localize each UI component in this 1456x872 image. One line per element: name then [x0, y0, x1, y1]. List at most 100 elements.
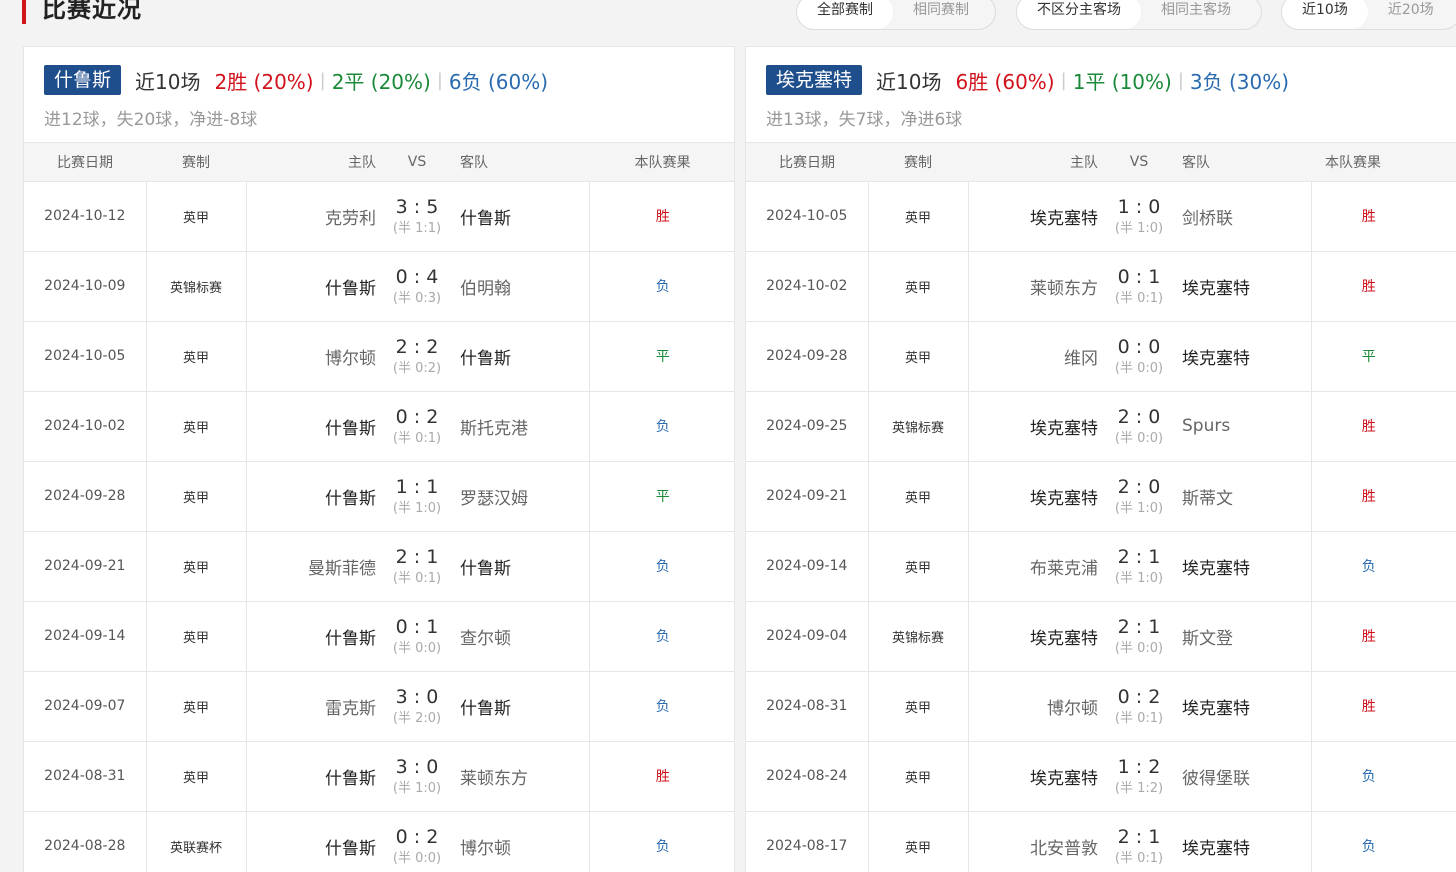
- away-team[interactable]: 埃克塞特: [1170, 251, 1312, 321]
- home-team[interactable]: 埃克塞特: [968, 461, 1108, 531]
- home-team[interactable]: 博尔顿: [968, 671, 1108, 741]
- match-score-cell[interactable]: 2 : 1 (半 1:0): [1108, 531, 1170, 601]
- away-team[interactable]: 埃克塞特: [1170, 531, 1312, 601]
- match-score-cell[interactable]: 3 : 0 (半 1:0): [386, 741, 448, 811]
- filter-last-10[interactable]: 近10场: [1282, 0, 1368, 29]
- match-score-cell[interactable]: 2 : 1 (半 0:0): [1108, 601, 1170, 671]
- away-team[interactable]: 斯文登: [1170, 601, 1312, 671]
- away-team[interactable]: 什鲁斯: [448, 671, 590, 741]
- team-tag[interactable]: 什鲁斯: [44, 65, 122, 95]
- away-team[interactable]: 彼得堡联: [1170, 741, 1312, 811]
- match-score-cell[interactable]: 2 : 2 (半 0:2): [386, 321, 448, 391]
- match-row[interactable]: 2024-09-14 英甲 布莱克浦 2 : 1 (半 1:0) 埃克塞特 负: [746, 531, 1456, 601]
- match-score-cell[interactable]: 0 : 2 (半 0:1): [1108, 671, 1170, 741]
- match-competition[interactable]: 英甲: [145, 671, 247, 741]
- home-team[interactable]: 什鲁斯: [246, 741, 386, 811]
- match-row[interactable]: 2024-08-28 英联赛杯 什鲁斯 0 : 2 (半 0:0) 博尔顿 负: [24, 811, 734, 872]
- home-team[interactable]: 埃克塞特: [968, 391, 1108, 461]
- away-team[interactable]: 什鲁斯: [448, 321, 590, 391]
- match-row[interactable]: 2024-09-21 英甲 曼斯菲德 2 : 1 (半 0:1) 什鲁斯 负: [24, 531, 734, 601]
- match-competition[interactable]: 英甲: [867, 811, 969, 872]
- home-team[interactable]: 埃克塞特: [968, 181, 1108, 251]
- match-competition[interactable]: 英锦标赛: [867, 601, 969, 671]
- match-row[interactable]: 2024-08-31 英甲 博尔顿 0 : 2 (半 0:1) 埃克塞特 胜: [746, 671, 1456, 741]
- away-team[interactable]: 埃克塞特: [1170, 671, 1312, 741]
- match-score-cell[interactable]: 0 : 0 (半 0:0): [1108, 321, 1170, 391]
- match-score-cell[interactable]: 1 : 2 (半 1:2): [1108, 741, 1170, 811]
- home-team[interactable]: 埃克塞特: [968, 601, 1108, 671]
- match-score-cell[interactable]: 0 : 1 (半 0:0): [386, 601, 448, 671]
- match-row[interactable]: 2024-10-02 英甲 什鲁斯 0 : 2 (半 0:1) 斯托克港 负: [24, 391, 734, 461]
- home-team[interactable]: 什鲁斯: [246, 251, 386, 321]
- match-row[interactable]: 2024-10-12 英甲 克劳利 3 : 5 (半 1:1) 什鲁斯 胜: [24, 181, 734, 251]
- match-score-cell[interactable]: 0 : 1 (半 0:1): [1108, 251, 1170, 321]
- match-competition[interactable]: 英甲: [145, 601, 247, 671]
- home-team[interactable]: 博尔顿: [246, 321, 386, 391]
- match-competition[interactable]: 英锦标赛: [867, 391, 969, 461]
- home-team[interactable]: 克劳利: [246, 181, 386, 251]
- home-team[interactable]: 维冈: [968, 321, 1108, 391]
- match-row[interactable]: 2024-09-21 英甲 埃克塞特 2 : 0 (半 1:0) 斯蒂文 胜: [746, 461, 1456, 531]
- match-competition[interactable]: 英甲: [145, 321, 247, 391]
- match-row[interactable]: 2024-09-25 英锦标赛 埃克塞特 2 : 0 (半 0:0) Spurs 胜: [746, 391, 1456, 461]
- match-score-cell[interactable]: 2 : 0 (半 0:0): [1108, 391, 1170, 461]
- match-row[interactable]: 2024-08-31 英甲 什鲁斯 3 : 0 (半 1:0) 莱顿东方 胜: [24, 741, 734, 811]
- away-team[interactable]: 什鲁斯: [448, 181, 590, 251]
- away-team[interactable]: 什鲁斯: [448, 531, 590, 601]
- match-score-cell[interactable]: 2 : 0 (半 1:0): [1108, 461, 1170, 531]
- match-score-cell[interactable]: 0 : 4 (半 0:3): [386, 251, 448, 321]
- filter-all-competitions[interactable]: 全部赛制: [797, 0, 893, 29]
- match-competition[interactable]: 英联赛杯: [145, 811, 247, 872]
- home-team[interactable]: 北安普敦: [968, 811, 1108, 872]
- match-competition[interactable]: 英甲: [145, 461, 247, 531]
- match-score-cell[interactable]: 1 : 0 (半 1:0): [1108, 181, 1170, 251]
- match-row[interactable]: 2024-09-28 英甲 维冈 0 : 0 (半 0:0) 埃克塞特 平: [746, 321, 1456, 391]
- match-competition[interactable]: 英甲: [867, 321, 969, 391]
- away-team[interactable]: 斯蒂文: [1170, 461, 1312, 531]
- home-team[interactable]: 什鲁斯: [246, 811, 386, 872]
- match-competition[interactable]: 英甲: [145, 391, 247, 461]
- match-row[interactable]: 2024-08-24 英甲 埃克塞特 1 : 2 (半 1:2) 彼得堡联 负: [746, 741, 1456, 811]
- filter-last-20[interactable]: 近20场: [1368, 0, 1454, 29]
- match-row[interactable]: 2024-10-05 英甲 埃克塞特 1 : 0 (半 1:0) 剑桥联 胜: [746, 181, 1456, 251]
- away-team[interactable]: 查尔顿: [448, 601, 590, 671]
- match-score-cell[interactable]: 0 : 2 (半 0:0): [386, 811, 448, 872]
- match-competition[interactable]: 英锦标赛: [145, 251, 247, 321]
- match-row[interactable]: 2024-08-17 英甲 北安普敦 2 : 1 (半 0:1) 埃克塞特 负: [746, 811, 1456, 872]
- filter-same-competition[interactable]: 相同赛制: [893, 0, 989, 29]
- match-row[interactable]: 2024-09-07 英甲 雷克斯 3 : 0 (半 2:0) 什鲁斯 负: [24, 671, 734, 741]
- filter-same-venue[interactable]: 相同主客场: [1141, 0, 1251, 29]
- home-team[interactable]: 布莱克浦: [968, 531, 1108, 601]
- match-row[interactable]: 2024-09-14 英甲 什鲁斯 0 : 1 (半 0:0) 查尔顿 负: [24, 601, 734, 671]
- away-team[interactable]: 斯托克港: [448, 391, 590, 461]
- away-team[interactable]: 伯明翰: [448, 251, 590, 321]
- match-row[interactable]: 2024-09-04 英锦标赛 埃克塞特 2 : 1 (半 0:0) 斯文登 胜: [746, 601, 1456, 671]
- match-competition[interactable]: 英甲: [867, 181, 969, 251]
- match-competition[interactable]: 英甲: [867, 741, 969, 811]
- match-competition[interactable]: 英甲: [867, 671, 969, 741]
- away-team[interactable]: 埃克塞特: [1170, 811, 1312, 872]
- match-competition[interactable]: 英甲: [867, 461, 969, 531]
- team-tag[interactable]: 埃克塞特: [766, 65, 863, 95]
- match-score-cell[interactable]: 3 : 5 (半 1:1): [386, 181, 448, 251]
- match-score-cell[interactable]: 0 : 2 (半 0:1): [386, 391, 448, 461]
- home-team[interactable]: 莱顿东方: [968, 251, 1108, 321]
- away-team[interactable]: 博尔顿: [448, 811, 590, 872]
- match-row[interactable]: 2024-10-02 英甲 莱顿东方 0 : 1 (半 0:1) 埃克塞特 胜: [746, 251, 1456, 321]
- away-team[interactable]: 埃克塞特: [1170, 321, 1312, 391]
- away-team[interactable]: 剑桥联: [1170, 181, 1312, 251]
- match-score-cell[interactable]: 2 : 1 (半 0:1): [386, 531, 448, 601]
- away-team[interactable]: 莱顿东方: [448, 741, 590, 811]
- home-team[interactable]: 什鲁斯: [246, 601, 386, 671]
- match-score-cell[interactable]: 2 : 1 (半 0:1): [1108, 811, 1170, 872]
- home-team[interactable]: 什鲁斯: [246, 461, 386, 531]
- match-row[interactable]: 2024-09-28 英甲 什鲁斯 1 : 1 (半 1:0) 罗瑟汉姆 平: [24, 461, 734, 531]
- match-competition[interactable]: 英甲: [145, 531, 247, 601]
- away-team[interactable]: 罗瑟汉姆: [448, 461, 590, 531]
- match-competition[interactable]: 英甲: [145, 181, 247, 251]
- match-competition[interactable]: 英甲: [867, 251, 969, 321]
- home-team[interactable]: 曼斯菲德: [246, 531, 386, 601]
- home-team[interactable]: 雷克斯: [246, 671, 386, 741]
- match-score-cell[interactable]: 1 : 1 (半 1:0): [386, 461, 448, 531]
- filter-any-venue[interactable]: 不区分主客场: [1017, 0, 1141, 29]
